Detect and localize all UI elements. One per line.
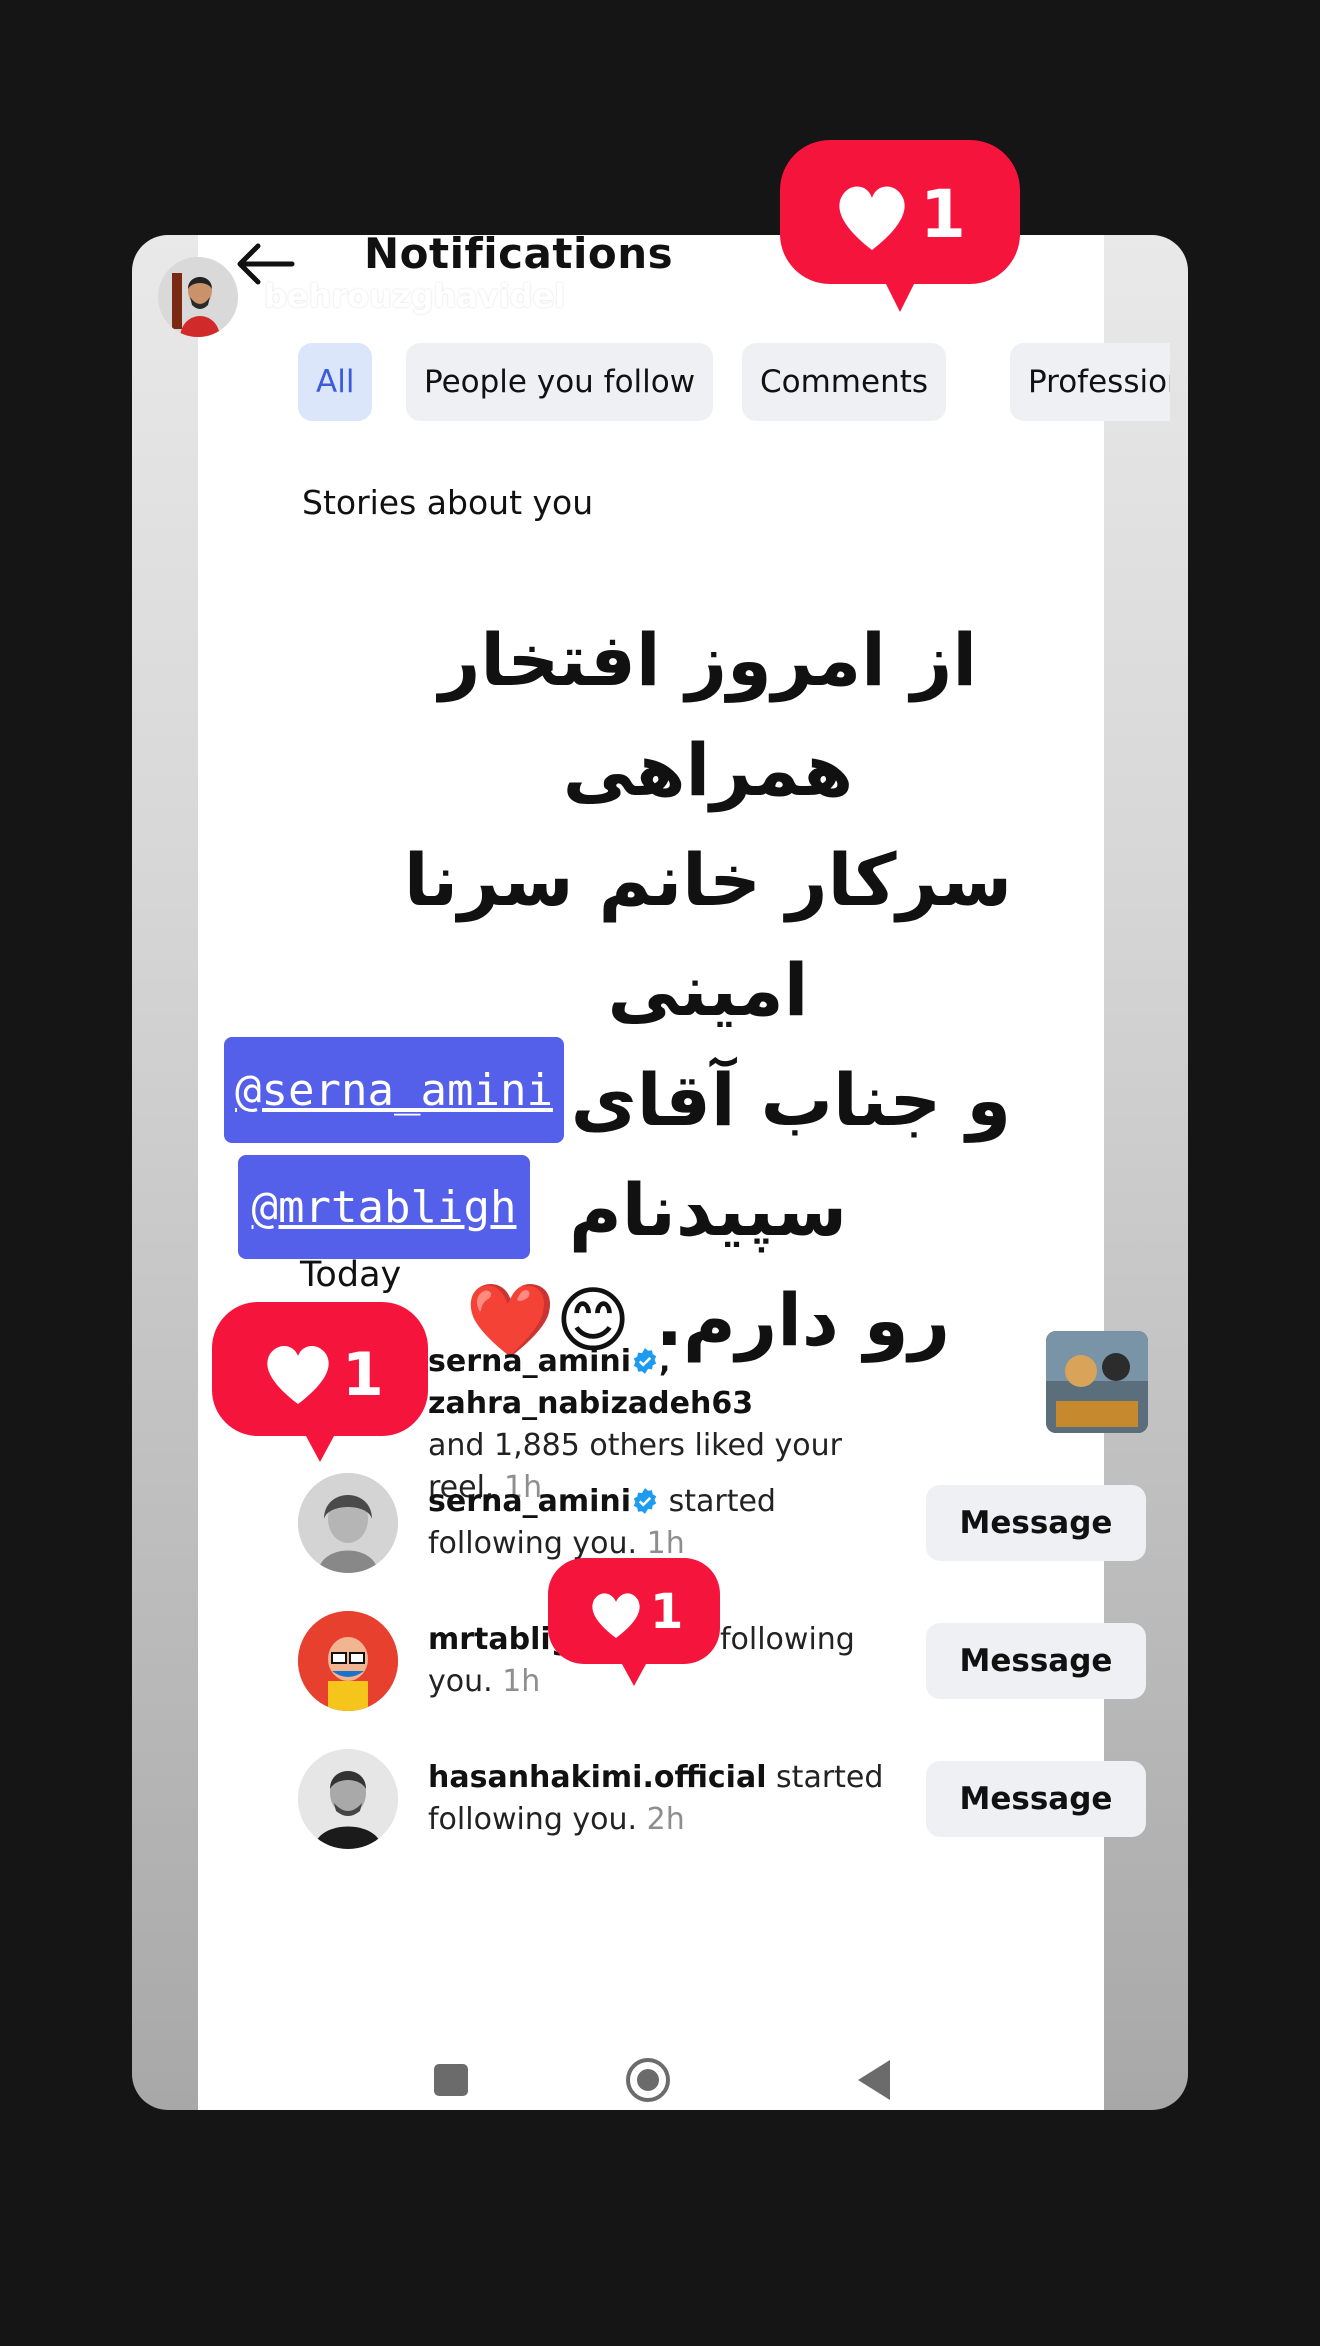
notification-body-2: following you. (428, 1526, 638, 1561)
mention-sticker-mrtabligh[interactable]: @mrtabligh (238, 1155, 530, 1259)
tab-label: Comments (760, 364, 929, 400)
notification-row-follow[interactable]: hasanhakimi.official started following y… (298, 1749, 1146, 1859)
tab-label: People you follow (424, 364, 696, 400)
tab-professional[interactable]: Professional (1010, 343, 1170, 421)
system-nav-icons (434, 2058, 890, 2102)
avatar (298, 1749, 398, 1849)
story-card: All People you follow Comments Professio… (132, 235, 1188, 2110)
story-text-line: از امروز افتخار همراهی (438, 618, 978, 812)
like-badge-count: 1 (342, 1340, 384, 1410)
notification-users: serna_amini (428, 1344, 632, 1379)
story-author-avatar[interactable] (158, 257, 238, 337)
story-text: از امروز افتخار همراهی سرکار خانم سرنا ا… (298, 605, 1118, 1375)
recent-apps-icon (434, 2064, 468, 2096)
like-badge (548, 1558, 720, 1686)
notification-body: started (776, 1760, 884, 1795)
notification-time: 1h (502, 1664, 541, 1699)
verified-badge-icon (633, 1488, 657, 1514)
avatar-image (298, 1473, 398, 1573)
notification-user: serna_amini (428, 1484, 632, 1519)
stories-section-title: Stories about you (302, 483, 594, 522)
notifications-screen: All People you follow Comments Professio… (198, 235, 1170, 2110)
page-title: Notifications (364, 235, 674, 278)
mention-sticker-serna-amini[interactable]: @serna_amini (224, 1037, 564, 1143)
notification-body-2: following you. (428, 1802, 638, 1837)
like-badge-count: 1 (920, 176, 966, 253)
avatar-image (158, 257, 238, 337)
tab-scroll-area: All People you follow Comments Professio… (298, 343, 1170, 423)
notification-time: 2h (646, 1802, 685, 1837)
notification-text: hasanhakimi.official started following y… (428, 1757, 898, 1841)
tab-comments[interactable]: Comments (742, 343, 947, 421)
story-text-line: سرکار خانم سرنا امینی (403, 838, 1013, 1032)
avatar-image (298, 1749, 398, 1849)
tab-label: Professional (1028, 364, 1170, 400)
message-button[interactable]: Message (926, 1761, 1146, 1837)
tab-label: All (316, 364, 355, 400)
system-nav-bar (198, 2055, 1104, 2105)
message-button[interactable]: Message (926, 1485, 1146, 1561)
verified-badge-icon (633, 1348, 657, 1374)
reel-thumbnail[interactable] (1046, 1331, 1148, 1433)
story-author-username[interactable]: behrouzghavidel (264, 277, 565, 315)
filter-tabs: All People you follow Comments Professio… (298, 343, 1188, 423)
back-icon (858, 2060, 890, 2100)
like-badge-count: 1 (650, 1584, 684, 1640)
notification-body: started (668, 1484, 776, 1519)
tab-all[interactable]: All (298, 343, 373, 421)
avatar (298, 1473, 398, 1573)
notification-user: hasanhakimi.official (428, 1760, 767, 1795)
mention-label: @mrtabligh (251, 1181, 517, 1233)
notification-time: 1h (646, 1526, 685, 1561)
message-button[interactable]: Message (926, 1623, 1146, 1699)
notification-body-2: you. (428, 1664, 493, 1699)
tab-people-you-follow[interactable]: People you follow (406, 343, 714, 421)
like-badge (780, 140, 1020, 312)
avatar (298, 1611, 398, 1711)
reel-thumbnail-image (1046, 1331, 1148, 1433)
like-badge (212, 1302, 428, 1462)
mention-label: @serna_amini (235, 1064, 553, 1116)
today-label: Today (300, 1255, 402, 1295)
avatar-image (298, 1611, 398, 1711)
notification-text: serna_amini started following you. 1h (428, 1481, 898, 1565)
